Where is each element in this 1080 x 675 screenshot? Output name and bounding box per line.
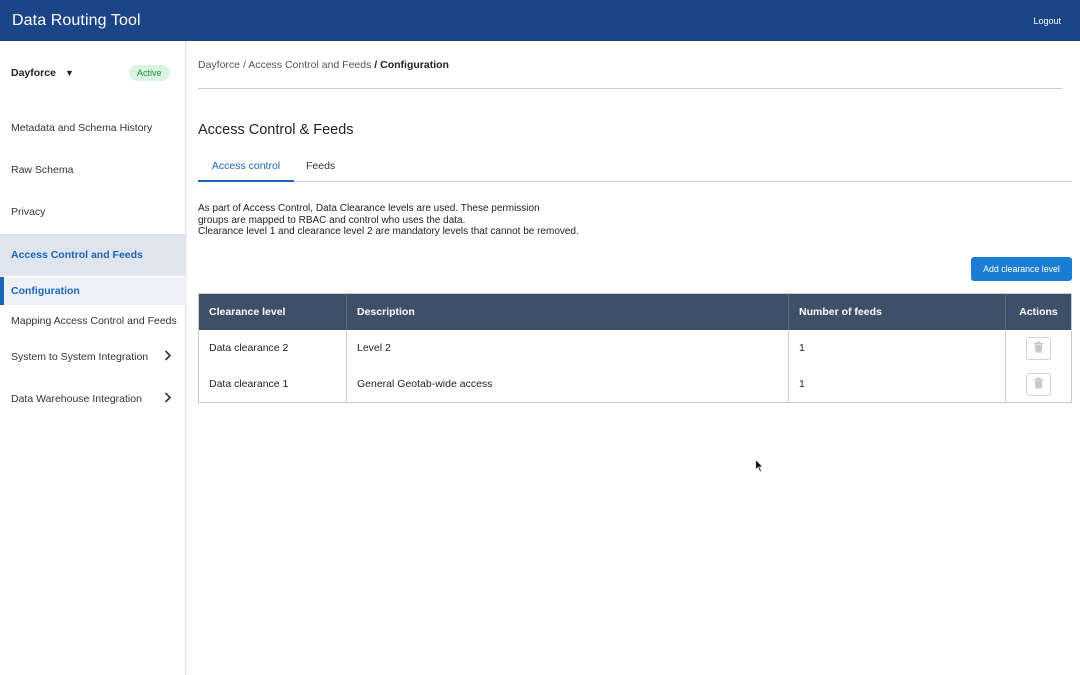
sidebar-item-label: System to System Integration xyxy=(11,351,149,363)
sidebar-subitem-mapping[interactable]: Mapping Access Control and Feeds xyxy=(0,314,186,328)
status-badge: Active xyxy=(129,65,170,81)
trash-icon xyxy=(1033,377,1044,392)
top-app-bar: Data Routing Tool Logout xyxy=(0,0,1080,41)
sidebar-item-label: Data Warehouse Integration xyxy=(11,393,142,405)
sidebar-item-system-integration[interactable]: System to System Integration xyxy=(0,348,186,366)
sidebar-item-label: Access Control and Feeds xyxy=(11,249,143,261)
delete-button[interactable] xyxy=(1026,336,1051,360)
logout-link[interactable]: Logout xyxy=(1033,16,1061,26)
description-line: Clearance level 1 and clearance level 2 … xyxy=(198,226,579,237)
app-title: Data Routing Tool xyxy=(12,11,141,29)
column-header: Clearance level xyxy=(199,294,347,330)
breadcrumb-tenant[interactable]: Dayforce xyxy=(198,59,240,71)
column-header: Number of feeds xyxy=(789,294,1006,330)
actions-cell xyxy=(1006,330,1071,366)
breadcrumb: Dayforce / Access Control and Feeds / Co… xyxy=(198,59,449,71)
tenant-selector[interactable]: Dayforce ▼ xyxy=(11,67,74,79)
caret-down-icon: ▼ xyxy=(64,68,74,78)
sidebar-item-label: Privacy xyxy=(11,206,46,218)
breadcrumb-current: Configuration xyxy=(380,59,449,71)
sidebar-item-privacy[interactable]: Privacy xyxy=(0,205,186,219)
description-line: groups are mapped to RBAC and control wh… xyxy=(198,214,466,226)
sidebar-item-raw-schema[interactable]: Raw Schema xyxy=(0,163,186,177)
sidebar-item-metadata[interactable]: Metadata and Schema History xyxy=(0,121,186,135)
table-header: Clearance level Description Number of fe… xyxy=(199,294,1071,330)
column-header: Description xyxy=(347,294,789,330)
tab-access-control[interactable]: Access control xyxy=(198,160,294,182)
clearance-table: Clearance level Description Number of fe… xyxy=(198,293,1072,403)
sidebar-subitem-configuration[interactable]: Configuration xyxy=(0,277,186,305)
sidebar-item-warehouse-integration[interactable]: Data Warehouse Integration xyxy=(0,390,186,408)
tenant-name: Dayforce xyxy=(11,67,56,79)
breadcrumb-section[interactable]: Access Control and Feeds xyxy=(248,59,371,71)
access-control-description: As part of Access Control, Data Clearanc… xyxy=(198,203,618,238)
trash-icon xyxy=(1033,341,1044,356)
feeds-count-cell: 1 xyxy=(789,366,1006,402)
clearance-level-cell: Data clearance 2 xyxy=(199,330,347,366)
delete-button[interactable] xyxy=(1026,372,1051,396)
mouse-cursor-icon xyxy=(755,458,764,478)
chevron-right-icon xyxy=(164,392,172,406)
sidebar-item-access-control[interactable]: Access Control and Feeds xyxy=(0,234,186,276)
tab-bar: Access control Feeds xyxy=(198,154,1072,182)
feeds-count-cell: 1 xyxy=(789,330,1006,366)
actions-cell xyxy=(1006,366,1071,402)
description-cell: Level 2 xyxy=(347,330,789,366)
description-line: As part of Access Control, Data Clearanc… xyxy=(198,203,540,214)
sidebar: Dayforce ▼ Active Metadata and Schema Hi… xyxy=(0,41,186,675)
page-title: Access Control & Feeds xyxy=(198,122,354,138)
tab-feeds[interactable]: Feeds xyxy=(306,160,335,172)
table-row: Data clearance 1 General Geotab-wide acc… xyxy=(199,366,1071,402)
sidebar-item-label: Metadata and Schema History xyxy=(11,122,153,134)
add-clearance-level-button[interactable]: Add clearance level xyxy=(971,257,1072,281)
chevron-right-icon xyxy=(164,350,172,364)
description-cell: General Geotab-wide access xyxy=(347,366,789,402)
sidebar-item-label: Configuration xyxy=(11,285,80,297)
column-header: Actions xyxy=(1019,306,1058,318)
sidebar-item-label: Mapping Access Control and Feeds xyxy=(11,315,177,327)
clearance-level-cell: Data clearance 1 xyxy=(199,366,347,402)
divider xyxy=(198,88,1062,89)
table-row: Data clearance 2 Level 2 1 xyxy=(199,330,1071,366)
sidebar-item-label: Raw Schema xyxy=(11,164,74,176)
